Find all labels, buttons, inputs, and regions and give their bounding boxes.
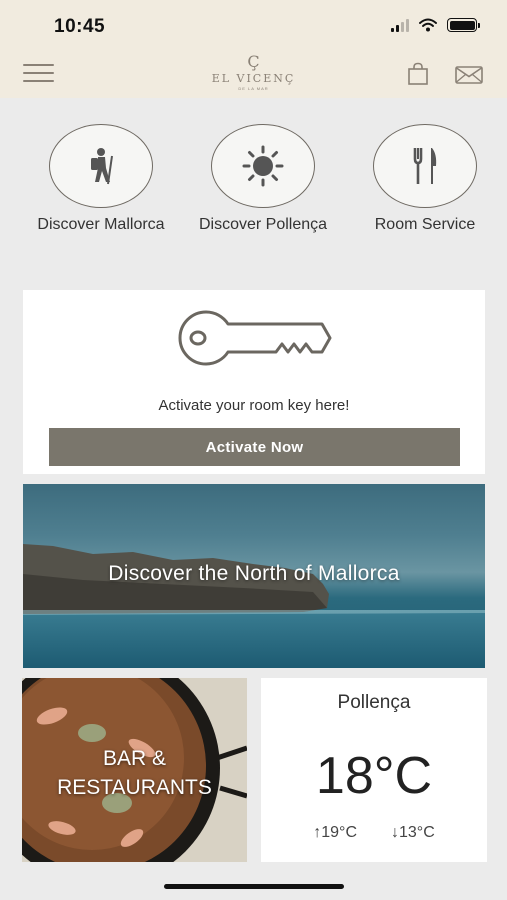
status-icons [391, 18, 480, 32]
home-indicator[interactable] [164, 884, 344, 889]
weather-high-value: 19°C [321, 824, 357, 841]
sun-icon [242, 145, 284, 187]
weather-high: ↑19°C [313, 824, 357, 842]
quick-circle [49, 124, 153, 208]
hotel-logo: Ç EL VICENÇ DE LA MAR [200, 52, 307, 92]
quick-label: Discover Mallorca [37, 216, 165, 233]
room-key-card: Activate your room key here! Activate No… [23, 290, 485, 474]
weather-city: Pollença [337, 692, 411, 713]
quick-discover-mallorca[interactable]: Discover Mallorca [16, 124, 186, 234]
discover-north-banner[interactable]: Discover the North of Mallorca [23, 484, 485, 668]
bar-tile-line1: BAR & [102, 747, 167, 770]
envelope-icon[interactable] [455, 66, 483, 84]
room-key-prompt: Activate your room key here! [158, 397, 350, 414]
bar-tile-title: BAR & RESTAURANTS [22, 744, 247, 802]
weather-range: ↑19°C ↓13°C [261, 824, 487, 842]
key-icon [178, 310, 332, 366]
weather-current-temp: 18°C [315, 747, 433, 805]
activate-now-button[interactable]: Activate Now [49, 428, 460, 466]
bar-tile-line2: RESTAURANTS [57, 776, 212, 799]
weather-tile[interactable]: Pollença 18°C ↑19°C ↓13°C [261, 678, 487, 862]
weather-low: ↓13°C [391, 824, 435, 842]
fork-knife-icon [413, 148, 437, 184]
weather-low-value: 13°C [399, 824, 435, 841]
hamburger-menu-icon[interactable] [23, 64, 54, 82]
shopping-bag-icon[interactable] [407, 62, 429, 86]
quick-circle [373, 124, 477, 208]
quick-label: Discover Pollença [198, 216, 328, 233]
logo-subtitle: DE LA MAR [238, 86, 269, 91]
battery-icon [447, 18, 480, 32]
discover-banner-title: Discover the North of Mallorca [108, 562, 400, 585]
quick-room-service[interactable]: Room Service [340, 124, 507, 234]
cellular-signal-icon [391, 18, 409, 32]
status-time: 10:45 [54, 16, 106, 37]
arrow-down-icon: ↓ [391, 824, 399, 841]
logo-name: EL VICENÇ [211, 72, 296, 85]
wifi-icon [419, 18, 437, 32]
quick-actions: Discover Mallorca Discover Pollença Room… [0, 124, 507, 244]
quick-label: Room Service [374, 216, 476, 233]
hiker-icon [91, 148, 113, 185]
quick-circle [211, 124, 315, 208]
quick-discover-pollenca[interactable]: Discover Pollença [178, 124, 348, 234]
logo-mark: Ç [247, 52, 260, 71]
bar-restaurants-tile[interactable]: BAR & RESTAURANTS [22, 678, 247, 862]
